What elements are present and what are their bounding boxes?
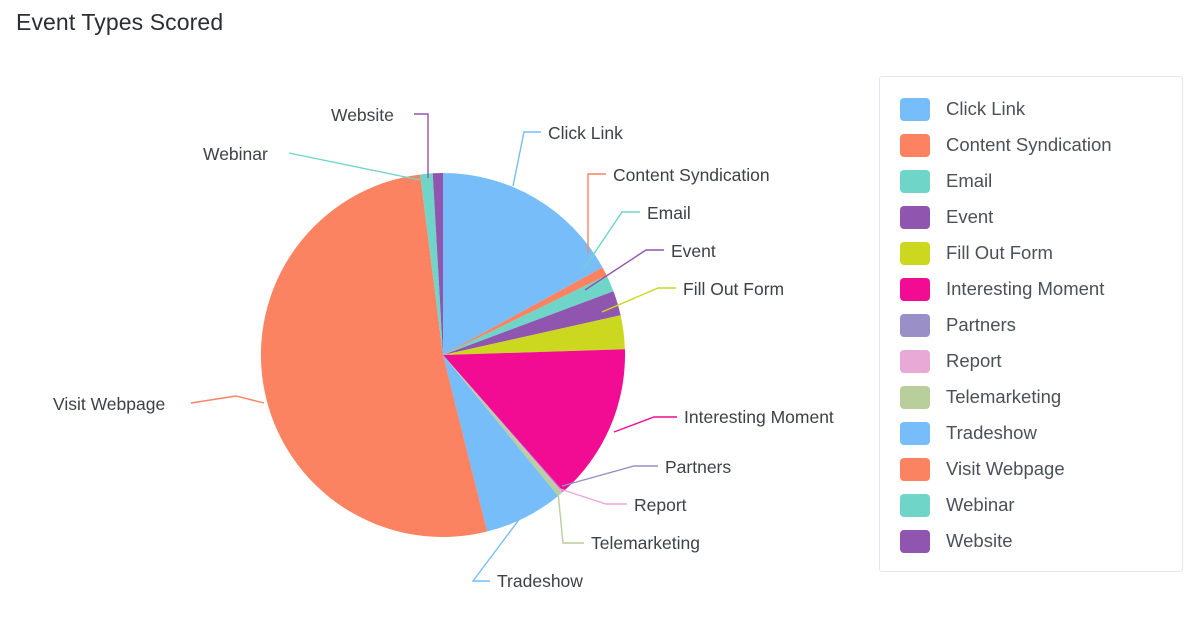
leader-line xyxy=(559,488,627,505)
legend-item-label: Event xyxy=(946,206,994,227)
slice-label: Partners xyxy=(665,457,731,477)
slice-label: Visit Webpage xyxy=(53,394,165,414)
slice-label: Click Link xyxy=(548,123,623,143)
legend-item-label: Email xyxy=(946,170,993,191)
leader-line xyxy=(414,113,429,178)
legend-swatch-icon xyxy=(900,529,930,553)
legend-panel[interactable]: Click Link Content Syndication Email Event F… xyxy=(879,76,1183,572)
legend-swatch-icon xyxy=(900,277,930,301)
legend-swatch-icon xyxy=(900,205,930,229)
legend-swatch-icon xyxy=(900,385,930,409)
leader-line xyxy=(512,131,541,187)
legend-item-label: Visit Webpage xyxy=(946,458,1065,479)
legend-swatch-icon xyxy=(900,349,930,373)
pie-slice-group[interactable] xyxy=(260,173,625,538)
legend-item[interactable]: Telemarketing xyxy=(880,379,1182,415)
slice-label: Telemarketing xyxy=(591,533,700,553)
pie-chart-svg: Website Webinar Click Link Content Syndicat… xyxy=(53,105,834,591)
legend-swatch-icon xyxy=(900,421,930,445)
legend-item[interactable]: Tradeshow xyxy=(880,415,1182,451)
slice-label: Email xyxy=(647,203,691,223)
legend-swatch-icon xyxy=(900,313,930,337)
slice-label: Event xyxy=(671,241,716,261)
legend-item[interactable]: Visit Webpage xyxy=(880,451,1182,487)
slice-label: Interesting Moment xyxy=(684,407,834,427)
leader-line xyxy=(288,152,421,181)
slice-label: Report xyxy=(634,495,687,515)
legend-swatch-icon xyxy=(900,97,930,121)
legend-item[interactable]: Event xyxy=(880,199,1182,235)
slice-label: Tradeshow xyxy=(497,571,583,591)
leader-line xyxy=(587,173,606,253)
legend-item-label: Click Link xyxy=(946,98,1026,119)
slice-label: Fill Out Form xyxy=(683,279,784,299)
legend-item[interactable]: Fill Out Form xyxy=(880,235,1182,271)
legend-item-label: Website xyxy=(946,530,1013,551)
legend-item[interactable]: Partners xyxy=(880,307,1182,343)
legend-item-label: Fill Out Form xyxy=(946,242,1053,263)
legend-item-label: Partners xyxy=(946,314,1016,335)
legend-item[interactable]: Report xyxy=(880,343,1182,379)
legend-item-label: Content Syndication xyxy=(946,134,1112,155)
chart-page: Event Types Scored Website Webinar Click L… xyxy=(0,0,1200,640)
legend-swatch-icon xyxy=(900,133,930,157)
legend-swatch-icon xyxy=(900,169,930,193)
pie-chart-plot-area: Website Webinar Click Link Content Syndicat… xyxy=(0,0,880,640)
legend-item[interactable]: Email xyxy=(880,163,1182,199)
legend-item[interactable]: Website xyxy=(880,523,1182,559)
legend-item-label: Webinar xyxy=(946,494,1015,515)
legend-item[interactable]: Content Syndication xyxy=(880,127,1182,163)
legend-item[interactable]: Click Link xyxy=(880,91,1182,127)
legend-swatch-icon xyxy=(900,457,930,481)
legend-swatch-icon xyxy=(900,493,930,517)
legend-item-label: Tradeshow xyxy=(946,422,1037,443)
legend-item-label: Telemarketing xyxy=(946,386,1062,407)
slice-label: Website xyxy=(331,105,394,125)
legend-item[interactable]: Webinar xyxy=(880,487,1182,523)
leader-line xyxy=(557,491,584,544)
legend-item[interactable]: Interesting Moment xyxy=(880,271,1182,307)
legend-item-label: Interesting Moment xyxy=(946,278,1105,299)
slice-label: Content Syndication xyxy=(613,165,770,185)
slice-label: Webinar xyxy=(203,144,268,164)
leader-line xyxy=(613,416,677,433)
legend-item-label: Report xyxy=(946,350,1002,371)
legend-swatch-icon xyxy=(900,241,930,265)
leader-line xyxy=(190,395,265,404)
